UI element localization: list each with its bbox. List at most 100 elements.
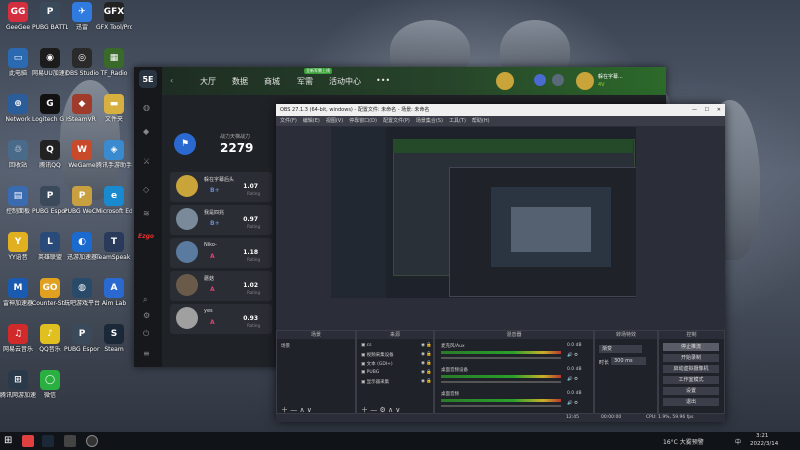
maximize-icon[interactable]: ☐ [705,104,709,116]
nav-data[interactable]: 数据 [232,76,248,87]
speaker-icon[interactable]: 🔊 ⚙ [567,401,578,406]
desktop-icon[interactable]: ⊞ 腾讯网游加速器 [0,370,36,399]
desktop-icon[interactable]: ◉ 网易UU加速器 [32,48,68,77]
desktop-icon[interactable]: Y YY语音 [0,232,36,261]
player-card[interactable]: yes A 0.93 Rating [170,304,272,334]
side-home-icon[interactable]: ◍ [143,103,153,113]
desktop-icon[interactable]: T TeamSpeak 3 [96,232,132,261]
desktop-icon[interactable]: M 雷神加速器 [0,278,36,307]
sources-dock[interactable]: 来源 ▣ cs ◉ 🔒 ▣ 视频采集设备 ◉ 🔒 ▣ 文本 (GDI+) ◉ 🔒 ▣ PUB… [356,330,434,414]
rank-medal-icon[interactable] [496,72,514,90]
message-icon[interactable] [552,74,564,86]
desktop-icon[interactable]: P PUBG Esport... [64,324,100,353]
desktop-icon[interactable]: ◈ 腾讯手游助手 [96,140,132,169]
desktop-icon[interactable]: ◎ OBS Studio [64,48,100,77]
eye-icon[interactable]: ◉ 🔒 [421,343,432,348]
speaker-icon[interactable]: 🔊 ⚙ [567,377,578,382]
5e-logo-icon[interactable]: 5E [139,70,157,88]
desktop-icon[interactable]: ⊕ Network [0,94,36,123]
desktop-icon[interactable]: ♲ 回收站 [0,140,36,169]
obs-menu-item[interactable]: 帮助(H) [472,118,490,124]
controls-dock[interactable]: 控制 停止推流 开始录制 启动虚拟摄像机 工作室模式 设置 退出 [658,330,725,414]
desktop-icon[interactable]: ▤ 控制面板 [0,186,36,215]
duration-input[interactable]: 300 ms [611,357,646,365]
start-icon[interactable]: ⊞ [4,435,16,447]
volume-slider[interactable] [441,405,561,407]
taskbar-app-icon[interactable] [22,435,34,447]
obs-menu-item[interactable]: 文件(F) [280,118,297,124]
obs-menu-item[interactable]: 场景集合(S) [416,118,443,124]
source-item[interactable]: ▣ cs ◉ 🔒 [361,343,432,348]
side-search-icon[interactable]: ⌕ [143,295,153,305]
user-avatar[interactable] [576,72,594,90]
obs-menu-item[interactable]: 工具(T) [449,118,466,124]
desktop-icon[interactable]: P PUBG WeChat [64,186,100,215]
nav-store[interactable]: 商城 [264,76,280,87]
desktop-icon[interactable]: GFX GFX Tool/Pro... [96,2,132,31]
obs-control-button[interactable]: 设置 [663,387,719,395]
player-card[interactable]: 蘑菇 A 1.02 Rating [170,271,272,301]
desktop-icon[interactable]: ✈ 迅雷 [64,2,100,31]
obs-menu-item[interactable]: 视图(V) [326,118,343,124]
desktop-icon[interactable]: ▦ TF_Radio [96,48,132,77]
obs-title-bar[interactable]: OBS 27.1.3 (64-bit, windows) - 配置文件: 未命名… [276,104,725,116]
desktop-icon[interactable]: P PUBG BATTLEGR... [32,2,68,31]
clock-date[interactable]: 2022/3/14 [750,441,778,447]
obs-control-button[interactable]: 工作室模式 [663,376,719,384]
source-item[interactable]: ▣ 视频采集设备 ◉ 🔒 [361,352,432,358]
mixer-dock[interactable]: 混音器 麦克风/Aux 0.0 dB 🔊 ⚙ 桌面音频设备 0.0 dB 🔊 ⚙ 桌面音频 0… [434,330,594,414]
scene-item[interactable]: 场景 [281,343,290,349]
nav-more[interactable]: ••• [376,76,390,85]
steam-taskbar-icon[interactable] [42,435,54,447]
desktop-icon[interactable]: ◯ 微信 [32,370,68,399]
eye-icon[interactable]: ◉ 🔒 [421,370,432,375]
speaker-icon[interactable]: 🔊 ⚙ [567,353,578,358]
desktop-icon[interactable]: L 英雄联盟 [32,232,68,261]
player-card[interactable]: 我是四兆 B+ 0.97 Rating [170,205,272,235]
desktop-icon[interactable]: W WeGame [64,140,100,169]
weather[interactable]: 16°C 大雾预警 [663,437,704,446]
obs-preview[interactable] [331,127,636,298]
eye-icon[interactable]: ◉ 🔒 [421,352,432,357]
clock-time[interactable]: 3:21 [756,433,768,439]
player-card[interactable]: Niko- A 1.18 Rating [170,238,272,268]
desktop-icon[interactable]: A Aim Lab [96,278,132,307]
scenes-dock[interactable]: 场景 场景 ＋ — ∧ ∨ [276,330,356,414]
volume-slider[interactable] [441,381,561,383]
nav-supply[interactable]: 军需 [297,76,313,87]
desktop-icon[interactable]: G Logitech G HUB [32,94,68,123]
obs-taskbar-icon[interactable] [86,435,98,447]
minimize-icon[interactable]: — [692,104,697,116]
notification-icon[interactable] [534,74,546,86]
desktop-icon[interactable]: Q 腾讯QQ [32,140,68,169]
source-item[interactable]: ▣ 文本 (GDI+) ◉ 🔒 [361,361,432,367]
source-item[interactable]: ▣ 显示器采集 ◉ 🔒 [361,379,432,385]
back-icon[interactable]: ‹ [170,76,173,85]
desktop-icon[interactable]: ♫ 网易云音乐 [0,324,36,353]
desktop-icon[interactable]: ◐ 迅游加速器 [64,232,100,261]
desktop-icon[interactable]: e Microsoft Edge [96,186,132,215]
desktop-icon[interactable]: ◆ SteamVR [64,94,100,123]
side-settings-icon[interactable]: ⚙ [143,311,153,321]
eye-icon[interactable]: ◉ 🔒 [421,361,432,366]
side-power-icon[interactable]: ⏻ [143,329,153,339]
transition-select[interactable]: 渐变 [599,345,642,353]
side-shop-icon[interactable]: ◇ [143,185,153,195]
obs-menu-item[interactable]: 停靠窗口(D) [349,118,377,124]
obs-menu-item[interactable]: 编辑(E) [303,118,320,124]
desktop-icon[interactable]: ♪ QQ音乐 [32,324,68,353]
taskbar-app-2-icon[interactable] [64,435,76,447]
obs-control-button[interactable]: 停止推流 [663,343,719,351]
volume-slider[interactable] [441,357,561,359]
obs-control-button[interactable]: 启动虚拟摄像机 [663,365,719,373]
desktop-icon[interactable]: S Steam [96,324,132,353]
nav-lobby[interactable]: 大厅 [200,76,216,87]
eye-icon[interactable]: ◉ 🔒 [421,379,432,384]
side-wifi-icon[interactable]: ≋ [143,209,153,219]
obs-window[interactable]: OBS 27.1.3 (64-bit, windows) - 配置文件: 未命名… [276,104,725,422]
player-card[interactable]: 躲在字幕后头 B+ 1.07 Rating [170,172,272,202]
desktop-icon[interactable]: ◍ 玩吧游戏平台 [64,278,100,307]
close-icon[interactable]: ✕ [717,104,721,116]
desktop-icon[interactable]: ▭ 此电脑 [0,48,36,77]
obs-control-button[interactable]: 开始录制 [663,354,719,362]
